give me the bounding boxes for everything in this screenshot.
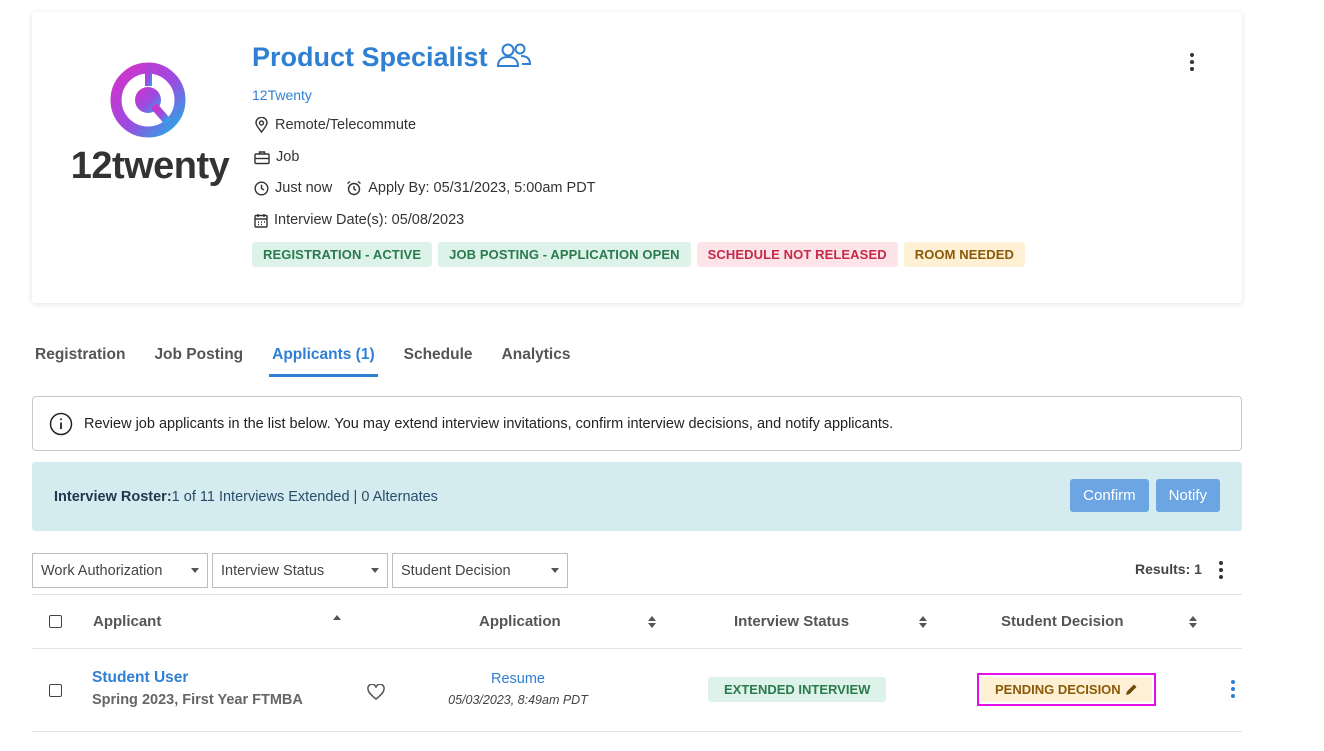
filter-bar: Work Authorization Interview Status Stud… [32,553,568,588]
room-badge: ROOM NEEDED [903,242,1026,267]
notify-button[interactable]: Notify [1155,479,1220,512]
chevron-down-icon [551,568,559,573]
row-checkbox[interactable] [49,684,62,697]
interview-status-badge: EXTENDED INTERVIEW [708,677,887,702]
heart-icon[interactable] [367,684,385,700]
tab-schedule[interactable]: Schedule [401,340,476,377]
confirm-button[interactable]: Confirm [1070,479,1149,512]
tab-job-posting[interactable]: Job Posting [151,340,246,377]
job-location: Remote/Telecommute [275,117,417,133]
work-authorization-filter[interactable]: Work Authorization [32,553,208,588]
apply-by: Apply By: 05/31/2023, 5:00am PDT [368,180,596,196]
logo-wordmark: 12twenty [70,145,230,187]
job-type-row: Job [254,149,299,165]
location-row: Remote/Telecommute [254,117,416,133]
applicant-name-link[interactable]: Student User [92,669,188,687]
roster-label: Interview Roster: [54,488,172,505]
select-all-checkbox[interactable] [49,615,62,628]
schedule-badge: SCHEDULE NOT RELEASED [696,242,898,267]
info-icon [49,412,73,435]
student-decision-text: PENDING DECISION [995,682,1121,697]
status-badges: REGISTRATION - ACTIVE JOB POSTING - APPL… [252,242,1026,267]
interview-roster-bar: Interview Roster: 1 of 11 Interviews Ext… [32,462,1242,531]
job-more-menu-icon[interactable] [1184,52,1200,72]
application-column-header[interactable]: Application [479,613,561,630]
roster-summary: 1 of 11 Interviews Extended | 0 Alternat… [171,488,438,505]
job-type: Job [276,149,300,165]
interview-dates-row: Interview Date(s): 05/08/2023 [254,212,464,228]
registration-badge: REGISTRATION - ACTIVE [252,242,433,267]
tab-analytics[interactable]: Analytics [499,340,574,377]
posted-time: Just now [275,180,333,196]
company-logo: 12twenty [70,62,230,192]
calendar-icon [254,213,268,228]
results-count: Results: 1 [1135,561,1202,577]
sort-icon[interactable] [1189,616,1197,628]
sort-icon[interactable] [648,616,656,628]
interview-status-label: Interview Status [221,562,325,579]
job-posting-badge: JOB POSTING - APPLICATION OPEN [438,242,691,267]
tab-applicants[interactable]: Applicants (1) [269,340,378,377]
applicant-program: Spring 2023, First Year FTMBA [92,692,303,708]
job-card: 12twenty Product Specialist 12Twenty Rem… [32,12,1242,303]
interview-status-column-header[interactable]: Interview Status [734,613,849,630]
tab-bar: Registration Job Posting Applicants (1) … [32,340,596,377]
student-decision-badge[interactable]: PENDING DECISION [977,673,1156,706]
work-authorization-label: Work Authorization [41,562,163,579]
company-link[interactable]: 12Twenty [252,87,312,103]
table-row: Student User Spring 2023, First Year FTM… [32,649,1242,732]
info-text: Review job applicants in the list below.… [84,415,894,432]
sort-icon[interactable] [919,616,927,628]
job-title: Product Specialist [252,42,488,72]
job-title-row: Product Specialist [252,42,532,73]
info-banner: Review job applicants in the list below.… [32,396,1242,451]
student-decision-column-header[interactable]: Student Decision [1001,613,1124,630]
applicant-column-header[interactable]: Applicant [93,613,161,630]
dates-row: Just now Apply By: 05/31/2023, 5:00am PD… [254,180,596,196]
interview-dates: Interview Date(s): 05/08/2023 [274,212,465,228]
interview-status-filter[interactable]: Interview Status [212,553,388,588]
chevron-down-icon [191,568,199,573]
chevron-down-icon [371,568,379,573]
student-decision-filter[interactable]: Student Decision [392,553,568,588]
student-decision-label: Student Decision [401,562,511,579]
clock-icon [254,180,269,196]
logo-mark-icon [110,62,186,138]
table-header: Applicant Application Interview Status S… [32,594,1242,649]
row-more-menu-icon[interactable] [1225,679,1241,699]
resume-date: 05/03/2023, 8:49am PDT [448,693,588,707]
tab-registration[interactable]: Registration [32,340,128,377]
pencil-icon [1125,684,1137,695]
resume-link[interactable]: Resume [452,671,584,687]
alarm-clock-icon [347,180,362,196]
table-more-menu-icon[interactable] [1213,560,1229,580]
briefcase-icon [254,150,270,164]
group-icon[interactable] [496,42,532,73]
location-pin-icon [255,117,268,133]
sort-asc-icon[interactable] [333,615,341,620]
